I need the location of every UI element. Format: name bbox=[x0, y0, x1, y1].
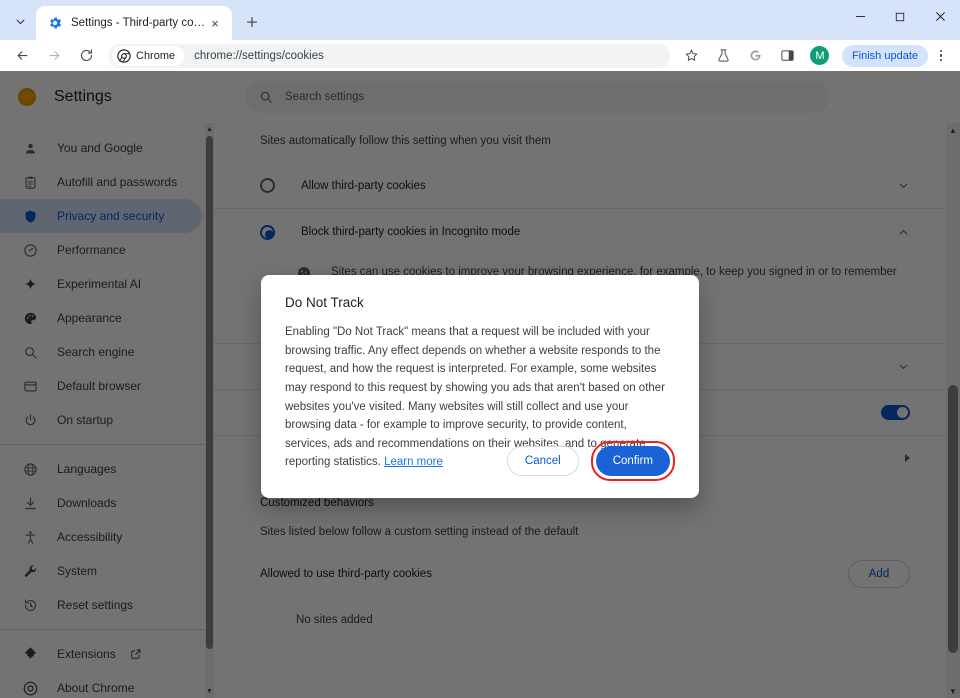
browser-tab[interactable]: Settings - Third-party cookies × bbox=[36, 6, 232, 40]
minimize-button[interactable] bbox=[840, 0, 880, 33]
omnibox-chip[interactable]: Chrome bbox=[112, 46, 184, 66]
kebab-menu-icon[interactable] bbox=[930, 43, 952, 69]
do-not-track-dialog: Do Not Track Enabling "Do Not Track" mea… bbox=[261, 275, 699, 498]
close-icon[interactable]: × bbox=[206, 14, 224, 32]
close-window-button[interactable] bbox=[920, 0, 960, 33]
finish-update-button[interactable]: Finish update bbox=[842, 45, 928, 67]
browser-toolbar: Chrome chrome://settings/cookies M Finis… bbox=[0, 40, 960, 71]
cancel-button[interactable]: Cancel bbox=[507, 446, 579, 476]
learn-more-link[interactable]: Learn more bbox=[384, 456, 443, 468]
chrome-logo-icon bbox=[117, 49, 131, 63]
tab-search-icon[interactable] bbox=[6, 7, 34, 35]
toolbar-actions: M Finish update bbox=[676, 42, 954, 70]
back-arrow-icon[interactable] bbox=[8, 42, 36, 70]
address-bar[interactable]: Chrome chrome://settings/cookies bbox=[108, 44, 670, 68]
dialog-title: Do Not Track bbox=[285, 295, 675, 310]
tab-strip: Settings - Third-party cookies × bbox=[0, 0, 960, 40]
omnibox-url: chrome://settings/cookies bbox=[194, 50, 324, 62]
dialog-actions: Cancel Confirm bbox=[507, 441, 675, 481]
settings-gear-icon bbox=[47, 15, 63, 31]
window-controls bbox=[840, 0, 960, 33]
forward-arrow-icon[interactable] bbox=[40, 42, 68, 70]
side-panel-icon[interactable] bbox=[774, 42, 802, 70]
flask-icon[interactable] bbox=[710, 42, 738, 70]
reload-icon[interactable] bbox=[72, 42, 100, 70]
confirm-button[interactable]: Confirm bbox=[596, 446, 670, 476]
google-icon[interactable] bbox=[742, 42, 770, 70]
star-icon[interactable] bbox=[678, 42, 706, 70]
confirm-button-highlight: Confirm bbox=[591, 441, 675, 481]
browser-window: Settings - Third-party cookies × bbox=[0, 0, 960, 698]
tab-title: Settings - Third-party cookies bbox=[71, 17, 206, 29]
avatar-letter: M bbox=[810, 46, 829, 65]
new-tab-button[interactable] bbox=[238, 8, 266, 36]
omnibox-chip-label: Chrome bbox=[136, 50, 175, 62]
maximize-button[interactable] bbox=[880, 0, 920, 33]
avatar[interactable]: M bbox=[806, 42, 834, 70]
